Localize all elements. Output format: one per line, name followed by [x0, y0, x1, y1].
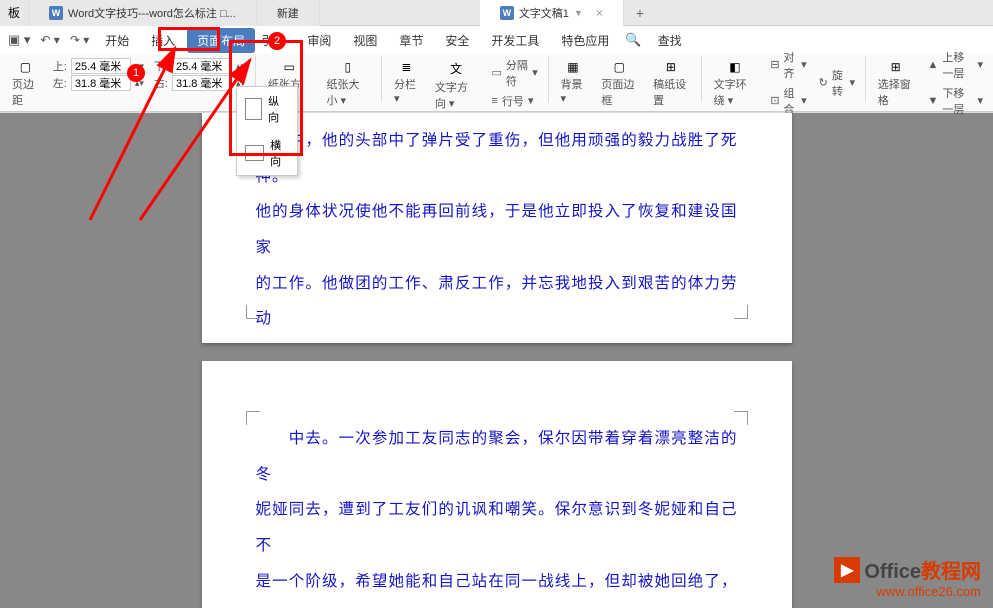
- annotation-badge-1: 1: [127, 64, 145, 82]
- menu-view[interactable]: 视图: [343, 28, 387, 53]
- linenum-button[interactable]: ≡ 行号 ▾: [492, 93, 538, 109]
- search-icon[interactable]: 🔍: [621, 30, 645, 50]
- select-pane-button[interactable]: ⊞ 选择窗格: [870, 56, 922, 109]
- text-wrap-button[interactable]: ◧ 文字环绕 ▾: [706, 56, 765, 109]
- add-tab-button[interactable]: +: [624, 1, 656, 25]
- tab-label: 文字文稿1: [519, 5, 569, 21]
- group-button[interactable]: ⊡ 组合 ▾: [770, 85, 806, 117]
- menu-special[interactable]: 特色应用: [551, 28, 619, 53]
- page-2: 中去。一次参加工友同志的聚会，保尔因带着穿着漂亮整洁的冬 妮娅同去，遭到了工友们…: [202, 361, 792, 608]
- background-icon: ▦: [561, 60, 585, 74]
- watermark: ▶ Office教程网 www.office26.com: [834, 555, 981, 599]
- orientation-icon: ▭: [277, 60, 301, 74]
- align-group: ⊟ 对齐 ▾ ⊡ 组合 ▾: [764, 56, 812, 109]
- text-direction-button[interactable]: 文 文字方向 ▾: [427, 56, 486, 109]
- tab-wordtips[interactable]: W Word文字技巧---word怎么标注 □...: [29, 0, 257, 26]
- close-icon[interactable]: ×: [596, 6, 603, 20]
- background-button[interactable]: ▦ 背景 ▾: [553, 56, 594, 109]
- watermark-brand1: Office: [864, 561, 921, 583]
- paper-size-button[interactable]: ▯ 纸张大小 ▾: [319, 56, 378, 109]
- leftmost-tab[interactable]: 板: [0, 0, 29, 26]
- down-layer-button[interactable]: ▼ 下移一层 ▾: [928, 85, 984, 117]
- align-button[interactable]: ⊟ 对齐 ▾: [770, 49, 806, 81]
- layer-group: ▲ 上移一层 ▾ ▼ 下移一层 ▾: [922, 56, 990, 109]
- page-corner: [246, 305, 260, 319]
- select-pane-icon: ⊞: [884, 60, 908, 74]
- page-margin-icon: ▢: [13, 60, 37, 74]
- rotate-group: ↻ 旋转 ▾: [813, 56, 861, 109]
- paper-setting-button[interactable]: ⊞ 稿纸设置: [645, 56, 697, 109]
- paper-setting-icon: ⊞: [659, 60, 683, 74]
- menu-section[interactable]: 章节: [389, 28, 433, 53]
- rotate-button[interactable]: ↻ 旋转 ▾: [819, 67, 855, 99]
- page-text[interactable]: 激战中，他的头部中了弹片受了重伤，但他用顽强的毅力战胜了死神。 他的身体状况使他…: [256, 123, 738, 337]
- size-icon: ▯: [336, 60, 360, 74]
- word-icon: W: [500, 6, 514, 20]
- watermark-brand2: 教程网: [921, 561, 981, 583]
- tab-new[interactable]: 新建: [257, 0, 320, 26]
- page-corner: [734, 305, 748, 319]
- dropdown-caret[interactable]: ▼: [574, 8, 583, 18]
- up-layer-button[interactable]: ▲ 上移一层 ▾: [928, 49, 984, 81]
- menu-review[interactable]: 审阅: [297, 28, 341, 53]
- clipboard-icon[interactable]: ▣ ▾: [4, 30, 34, 50]
- tab-label: Word文字技巧---word怎么标注 □...: [68, 5, 236, 21]
- border-icon: ▢: [607, 60, 631, 74]
- break-group: ▭ 分隔符 ▾ ≡ 行号 ▾: [486, 56, 544, 109]
- page-border-button[interactable]: ▢ 页面边框: [593, 56, 645, 109]
- columns-icon: ≣: [394, 60, 418, 74]
- page-text[interactable]: 中去。一次参加工友同志的聚会，保尔因带着穿着漂亮整洁的冬 妮娅同去，遭到了工友们…: [256, 421, 738, 608]
- text-dir-icon: 文: [444, 60, 468, 77]
- watermark-url: www.office26.com: [834, 584, 981, 599]
- office-logo-icon: ▶: [834, 557, 860, 583]
- tab-active-doc[interactable]: W 文字文稿1 ▼ ×: [480, 0, 624, 26]
- page-corner: [734, 411, 748, 425]
- break-button[interactable]: ▭ 分隔符 ▾: [492, 57, 538, 89]
- document-tabs-bar: 板 W Word文字技巧---word怎么标注 □... 新建 W 文字文稿1 …: [0, 0, 993, 26]
- menu-dev[interactable]: 开发工具: [481, 28, 549, 53]
- page-corner: [246, 411, 260, 425]
- tab-label: 新建: [277, 5, 299, 21]
- word-icon: W: [49, 6, 63, 20]
- page-margin-button[interactable]: ▢ 页边距: [4, 56, 47, 109]
- columns-button[interactable]: ≣ 分栏 ▾: [386, 56, 427, 109]
- menu-find[interactable]: 查找: [648, 28, 692, 53]
- annotation-arrow-2: [130, 40, 280, 240]
- annotation-badge-2: 2: [268, 32, 286, 50]
- menu-security[interactable]: 安全: [435, 28, 479, 53]
- wrap-icon: ◧: [723, 60, 747, 74]
